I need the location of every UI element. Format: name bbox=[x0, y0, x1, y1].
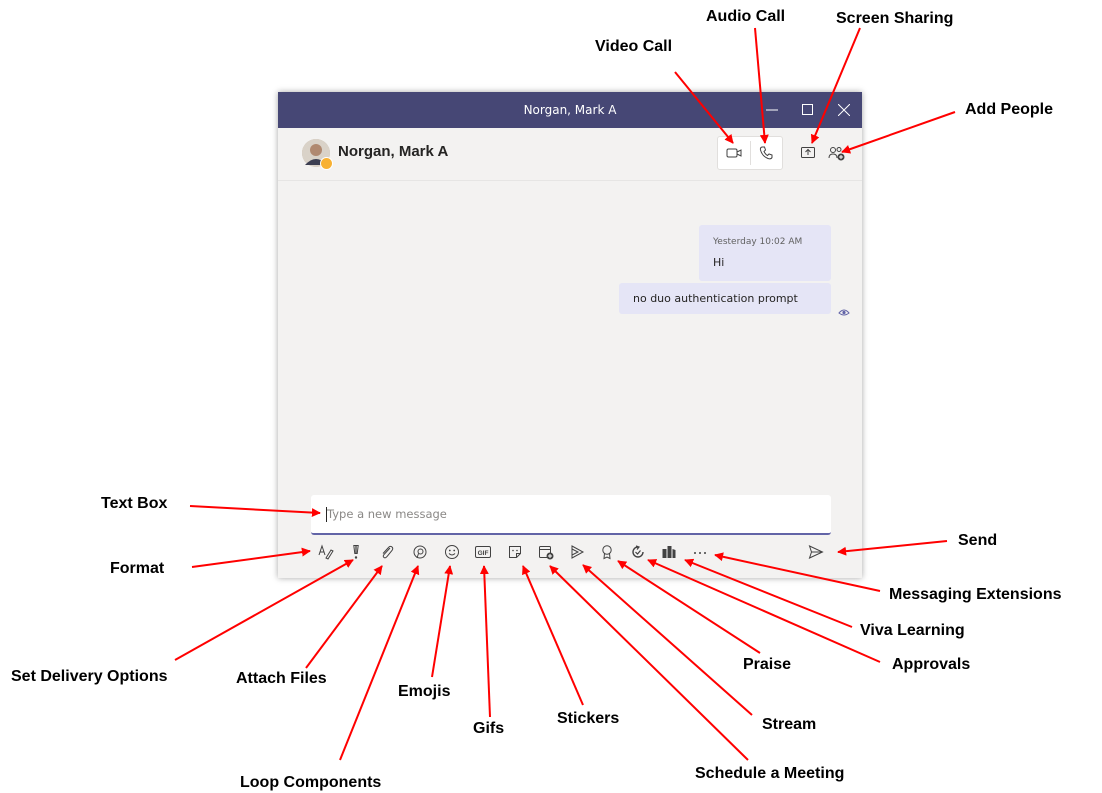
arrow-audio-call bbox=[754, 27, 769, 144]
arrow-video-call bbox=[674, 71, 734, 144]
annotation-send: Send bbox=[958, 532, 998, 549]
arrow-messaging-extensions bbox=[714, 552, 881, 592]
annotation-add-people: Add People bbox=[965, 101, 1054, 118]
annotation-text-box: Text Box bbox=[101, 495, 168, 512]
arrow-text-box bbox=[189, 505, 321, 518]
annotation-stickers: Stickers bbox=[557, 710, 620, 727]
arrow-stickers bbox=[522, 565, 584, 706]
arrow-schedule-meeting bbox=[549, 565, 749, 761]
annotation-format: Format bbox=[110, 560, 165, 577]
arrow-stream bbox=[582, 564, 753, 716]
annotation-schedule-meeting: Schedule a Meeting bbox=[695, 765, 845, 782]
arrow-add-people bbox=[841, 111, 956, 154]
annotation-messaging-extensions: Messaging Extensions bbox=[889, 586, 1062, 603]
arrow-approvals bbox=[647, 559, 881, 663]
annotation-audio-call: Audio Call bbox=[706, 8, 786, 25]
annotation-approvals: Approvals bbox=[892, 656, 971, 673]
annotation-viva-learning: Viva Learning bbox=[860, 622, 965, 639]
annotation-screen-sharing: Screen Sharing bbox=[836, 10, 954, 27]
arrow-loop-components bbox=[339, 565, 420, 761]
arrow-emojis bbox=[431, 565, 454, 678]
annotation-attach-files: Attach Files bbox=[236, 670, 327, 687]
annotation-set-delivery-options: Set Delivery Options bbox=[11, 668, 168, 685]
arrow-screen-sharing bbox=[810, 27, 861, 144]
annotation-video-call: Video Call bbox=[595, 38, 673, 55]
arrow-praise bbox=[617, 560, 761, 654]
arrow-send bbox=[837, 540, 948, 556]
arrow-format bbox=[191, 547, 311, 568]
annotation-loop-components: Loop Components bbox=[240, 774, 382, 791]
arrow-set-delivery-options bbox=[174, 559, 354, 661]
annotation-praise: Praise bbox=[743, 656, 792, 673]
annotation-stream: Stream bbox=[762, 716, 817, 733]
annotation-emojis: Emojis bbox=[398, 683, 451, 700]
arrow-attach-files bbox=[305, 565, 383, 669]
annotation-gifs: Gifs bbox=[473, 720, 505, 737]
arrow-gifs bbox=[479, 565, 491, 718]
arrow-viva-learning bbox=[684, 558, 853, 628]
